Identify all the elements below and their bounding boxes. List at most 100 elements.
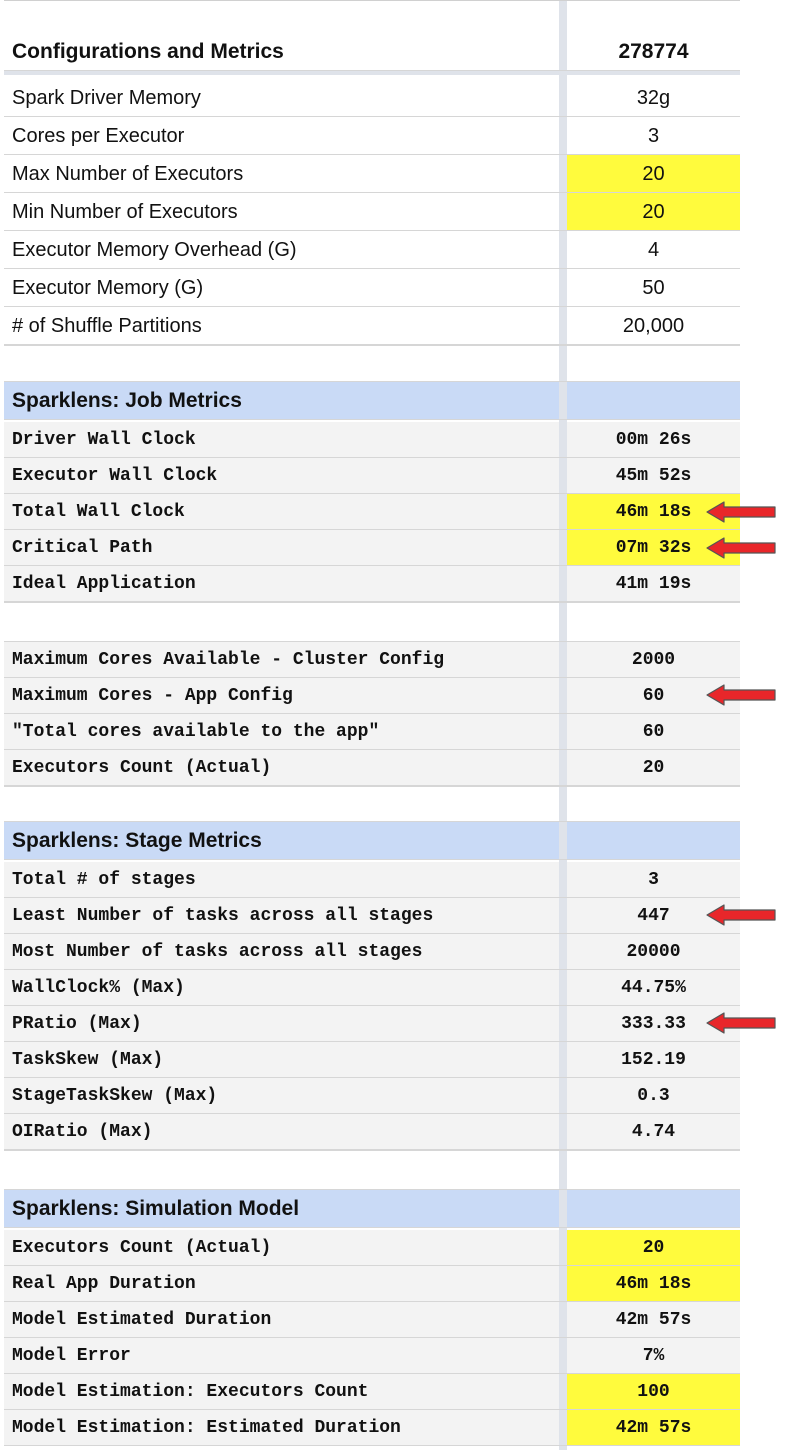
row-label: Driver Wall Clock (4, 422, 559, 458)
table-row: Model Estimated Duration 42m 57s (4, 1302, 740, 1338)
row-divider (4, 786, 740, 787)
row-label: Maximum Cores - App Config (4, 678, 559, 714)
row-value: 44.75% (567, 970, 740, 1006)
row-value: 42m 57s (567, 1302, 740, 1338)
top-border (4, 0, 740, 1)
table-row: Min Number of Executors 20 (4, 193, 740, 231)
row-label: Executor Memory Overhead (G) (4, 231, 559, 269)
section-header-job: Sparklens: Job Metrics (4, 382, 740, 420)
row-divider (4, 419, 740, 420)
metrics-spreadsheet: Configurations and Metrics 278774 Spark … (0, 0, 800, 1450)
row-divider (4, 1337, 740, 1338)
row-divider (4, 493, 740, 494)
row-label: Ideal Application (4, 566, 559, 602)
table-row: Driver Wall Clock 00m 26s (4, 422, 740, 458)
table-row: Real App Duration 46m 18s (4, 1266, 740, 1302)
row-divider (4, 677, 740, 678)
row-label: TaskSkew (Max) (4, 1042, 559, 1078)
table-row: TaskSkew (Max) 152.19 (4, 1042, 740, 1078)
row-value: 3 (567, 862, 740, 898)
row-label: Total # of stages (4, 862, 559, 898)
row-value: 3 (567, 117, 740, 155)
red-arrow-icon (706, 904, 776, 926)
table-row: Executor Memory Overhead (G) 4 (4, 231, 740, 269)
row-value-highlighted: 20 (567, 193, 740, 231)
row-label: Model Estimation: Estimated Duration (4, 1410, 559, 1446)
row-divider (4, 749, 740, 750)
row-label: "Total cores available to the app" (4, 714, 559, 750)
table-row: Most Number of tasks across all stages 2… (4, 934, 740, 970)
row-divider (4, 1265, 740, 1266)
row-divider (4, 1150, 740, 1151)
row-label: PRatio (Max) (4, 1006, 559, 1042)
row-value: 4 (567, 231, 740, 269)
row-label: Most Number of tasks across all stages (4, 934, 559, 970)
row-value: 0.3 (567, 1078, 740, 1114)
row-value: 4.74 (567, 1114, 740, 1150)
red-arrow-icon (706, 501, 776, 523)
table-row: Executors Count (Actual) 20 (4, 750, 740, 786)
table-row: Executors Count (Actual) 20 (4, 1230, 740, 1266)
row-divider (4, 457, 740, 458)
row-value: 41m 19s (567, 566, 740, 602)
row-label: Model Error (4, 1338, 559, 1374)
row-divider (4, 933, 740, 934)
red-arrow-icon (706, 684, 776, 706)
table-row: Total # of stages 3 (4, 862, 740, 898)
row-value: 45m 52s (567, 458, 740, 494)
row-label: Least Number of tasks across all stages (4, 898, 559, 934)
row-label: Maximum Cores Available - Cluster Config (4, 642, 559, 678)
row-divider (4, 1113, 740, 1114)
row-divider (4, 268, 740, 269)
red-arrow-icon (706, 1012, 776, 1034)
row-label: Real App Duration (4, 1266, 559, 1302)
config-id: 278774 (567, 33, 740, 71)
table-row: Critical Path 07m 32s (4, 530, 740, 566)
row-divider (4, 602, 740, 603)
section-header-stage: Sparklens: Stage Metrics (4, 822, 740, 860)
table-row: Maximum Cores - App Config 60 (4, 678, 740, 714)
table-row: OIRatio (Max) 4.74 (4, 1114, 740, 1150)
row-label: Min Number of Executors (4, 193, 559, 231)
row-divider (4, 1077, 740, 1078)
row-value-highlighted: 46m 18s (567, 1266, 740, 1302)
table-row: # of Shuffle Partitions 20,000 (4, 307, 740, 345)
row-label: Critical Path (4, 530, 559, 566)
row-divider (4, 306, 740, 307)
table-row: Model Error 7% (4, 1338, 740, 1374)
table-row: "Total cores available to the app" 60 (4, 714, 740, 750)
row-divider (4, 345, 740, 346)
section-title: Sparklens: Job Metrics (4, 382, 559, 420)
row-value: 50 (567, 269, 740, 307)
row-divider (4, 1227, 740, 1228)
row-divider (4, 1409, 740, 1410)
row-label: Cores per Executor (4, 117, 559, 155)
row-label: Executor Wall Clock (4, 458, 559, 494)
row-divider (4, 529, 740, 530)
row-value: 20 (567, 750, 740, 786)
row-divider (4, 1041, 740, 1042)
row-divider (4, 859, 740, 860)
row-value: 2000 (567, 642, 740, 678)
row-divider (4, 154, 740, 155)
row-label: OIRatio (Max) (4, 1114, 559, 1150)
row-label: Executors Count (Actual) (4, 750, 559, 786)
table-row: Ideal Application 41m 19s (4, 566, 740, 602)
row-divider (4, 565, 740, 566)
row-value: 20000 (567, 934, 740, 970)
table-row: Spark Driver Memory 32g (4, 79, 740, 117)
row-divider (4, 1301, 740, 1302)
row-label: Executors Count (Actual) (4, 1230, 559, 1266)
table-row: Model Estimation: Estimated Duration 42m… (4, 1410, 740, 1446)
row-value: 152.19 (567, 1042, 740, 1078)
row-divider (4, 116, 740, 117)
row-divider (4, 70, 740, 71)
table-row: Cores per Executor 3 (4, 117, 740, 155)
row-label: Model Estimated Duration (4, 1302, 559, 1338)
row-divider (4, 713, 740, 714)
config-header-row: Configurations and Metrics 278774 (4, 33, 740, 71)
row-value: 32g (567, 79, 740, 117)
row-value-highlighted: 42m 57s (567, 1410, 740, 1446)
table-row: Executor Wall Clock 45m 52s (4, 458, 740, 494)
row-value-highlighted: 20 (567, 155, 740, 193)
